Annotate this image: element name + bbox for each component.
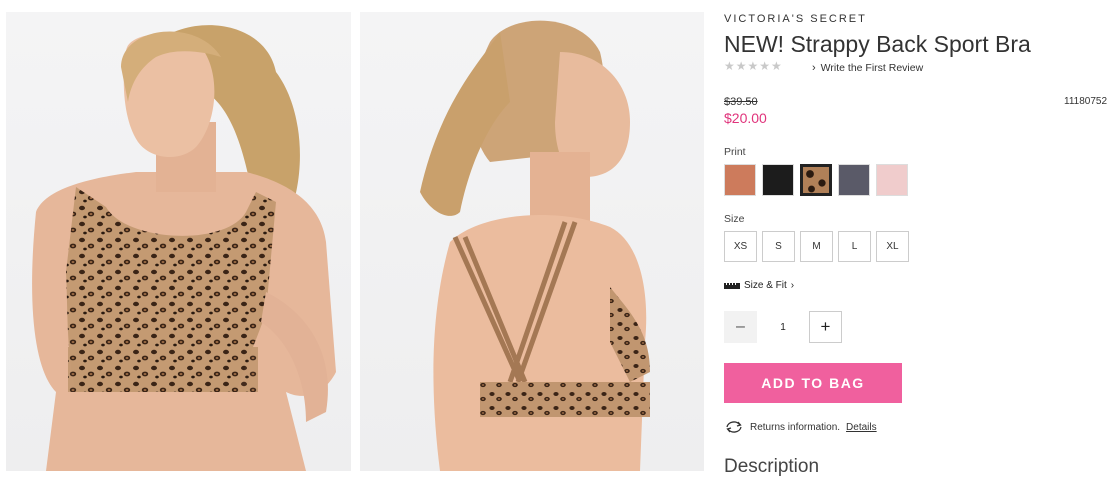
quantity-stepper: – 1 + — [724, 311, 842, 343]
returns-text: Returns information. — [750, 421, 841, 433]
print-label: Print — [724, 146, 746, 158]
quantity-increase-button[interactable]: + — [809, 311, 842, 343]
write-review-link[interactable]: › Write the First Review — [812, 62, 923, 74]
print-swatch-black[interactable] — [762, 164, 794, 196]
size-option-l[interactable]: L — [838, 231, 871, 262]
print-swatch-pink-heather[interactable] — [876, 164, 908, 196]
chevron-right-icon: › — [812, 62, 816, 74]
add-to-bag-button[interactable]: ADD TO BAG — [724, 363, 902, 403]
size-label: Size — [724, 213, 745, 225]
size-option-m[interactable]: M — [800, 231, 833, 262]
size-options: XS S M L XL — [724, 231, 909, 262]
size-fit-link[interactable]: Size & Fit › — [724, 280, 794, 291]
sale-price: $20.00 — [724, 110, 767, 126]
refresh-icon — [726, 421, 742, 433]
returns-info: Returns information. Details — [724, 420, 877, 434]
print-swatch-leopard[interactable] — [800, 164, 832, 196]
quantity-value[interactable]: 1 — [757, 322, 809, 333]
original-price: $39.50 — [724, 96, 758, 108]
quantity-decrease-button[interactable]: – — [724, 311, 757, 343]
description-heading: Description — [724, 456, 820, 477]
rating-stars: ★★★★★ — [724, 59, 783, 73]
ruler-icon — [724, 282, 740, 289]
chevron-right-icon: › — [790, 280, 795, 291]
size-option-s[interactable]: S — [762, 231, 795, 262]
print-swatch-copper[interactable] — [724, 164, 756, 196]
item-number: 11180752 — [1064, 96, 1108, 107]
brand-name: VICTORIA'S SECRET — [724, 13, 867, 25]
returns-details-link[interactable]: Details — [846, 422, 877, 433]
product-photo-back[interactable] — [360, 12, 704, 471]
product-title: NEW! Strappy Back Sport Bra — [724, 31, 1031, 57]
print-swatch-charcoal-heather[interactable] — [838, 164, 870, 196]
product-details-panel: VICTORIA'S SECRET NEW! Strappy Back Spor… — [724, 0, 1115, 477]
product-photo-front[interactable] — [6, 12, 351, 471]
size-option-xs[interactable]: XS — [724, 231, 757, 262]
size-fit-label: Size & Fit — [744, 280, 787, 291]
size-option-xl[interactable]: XL — [876, 231, 909, 262]
print-swatches — [724, 164, 908, 196]
